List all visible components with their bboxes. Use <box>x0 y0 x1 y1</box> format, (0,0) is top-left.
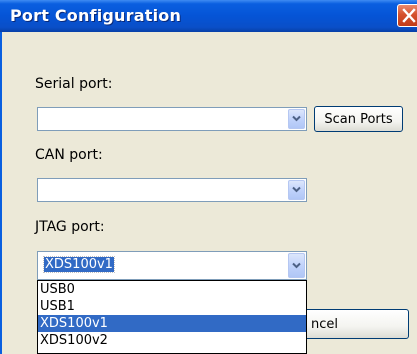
can-port-label: CAN port: <box>35 147 103 163</box>
list-item-usb0[interactable]: USB0 <box>38 281 306 298</box>
cancel-button-label: ncel <box>311 316 338 332</box>
chevron-down-icon <box>292 186 301 193</box>
jtag-port-dropdown-list[interactable]: USB0 USB1 XDS100v1 XDS100v2 <box>37 280 307 354</box>
chevron-down-icon <box>292 262 301 269</box>
list-item-xds100v2[interactable]: XDS100v2 <box>38 332 306 349</box>
serial-port-dropdown-button[interactable] <box>288 109 305 129</box>
chevron-down-icon <box>292 115 301 122</box>
list-item-usb1[interactable]: USB1 <box>38 298 306 315</box>
jtag-port-value: XDS100v1 <box>43 256 115 273</box>
serial-port-label: Serial port: <box>35 76 113 92</box>
window-title: Port Configuration <box>10 6 182 25</box>
jtag-port-label: JTAG port: <box>35 219 105 235</box>
can-port-combobox[interactable] <box>37 178 307 202</box>
list-item-xds100v1[interactable]: XDS100v1 <box>38 315 306 332</box>
cancel-button[interactable]: ncel <box>300 309 409 339</box>
can-port-dropdown-button[interactable] <box>288 180 305 200</box>
jtag-port-combobox[interactable]: XDS100v1 <box>37 251 307 280</box>
jtag-port-dropdown-button[interactable] <box>288 253 305 278</box>
title-bar: Port Configuration <box>0 0 417 32</box>
scan-ports-button[interactable]: Scan Ports <box>314 106 403 132</box>
serial-port-combobox[interactable] <box>37 107 307 131</box>
close-icon <box>402 8 416 23</box>
close-button[interactable] <box>397 4 417 27</box>
